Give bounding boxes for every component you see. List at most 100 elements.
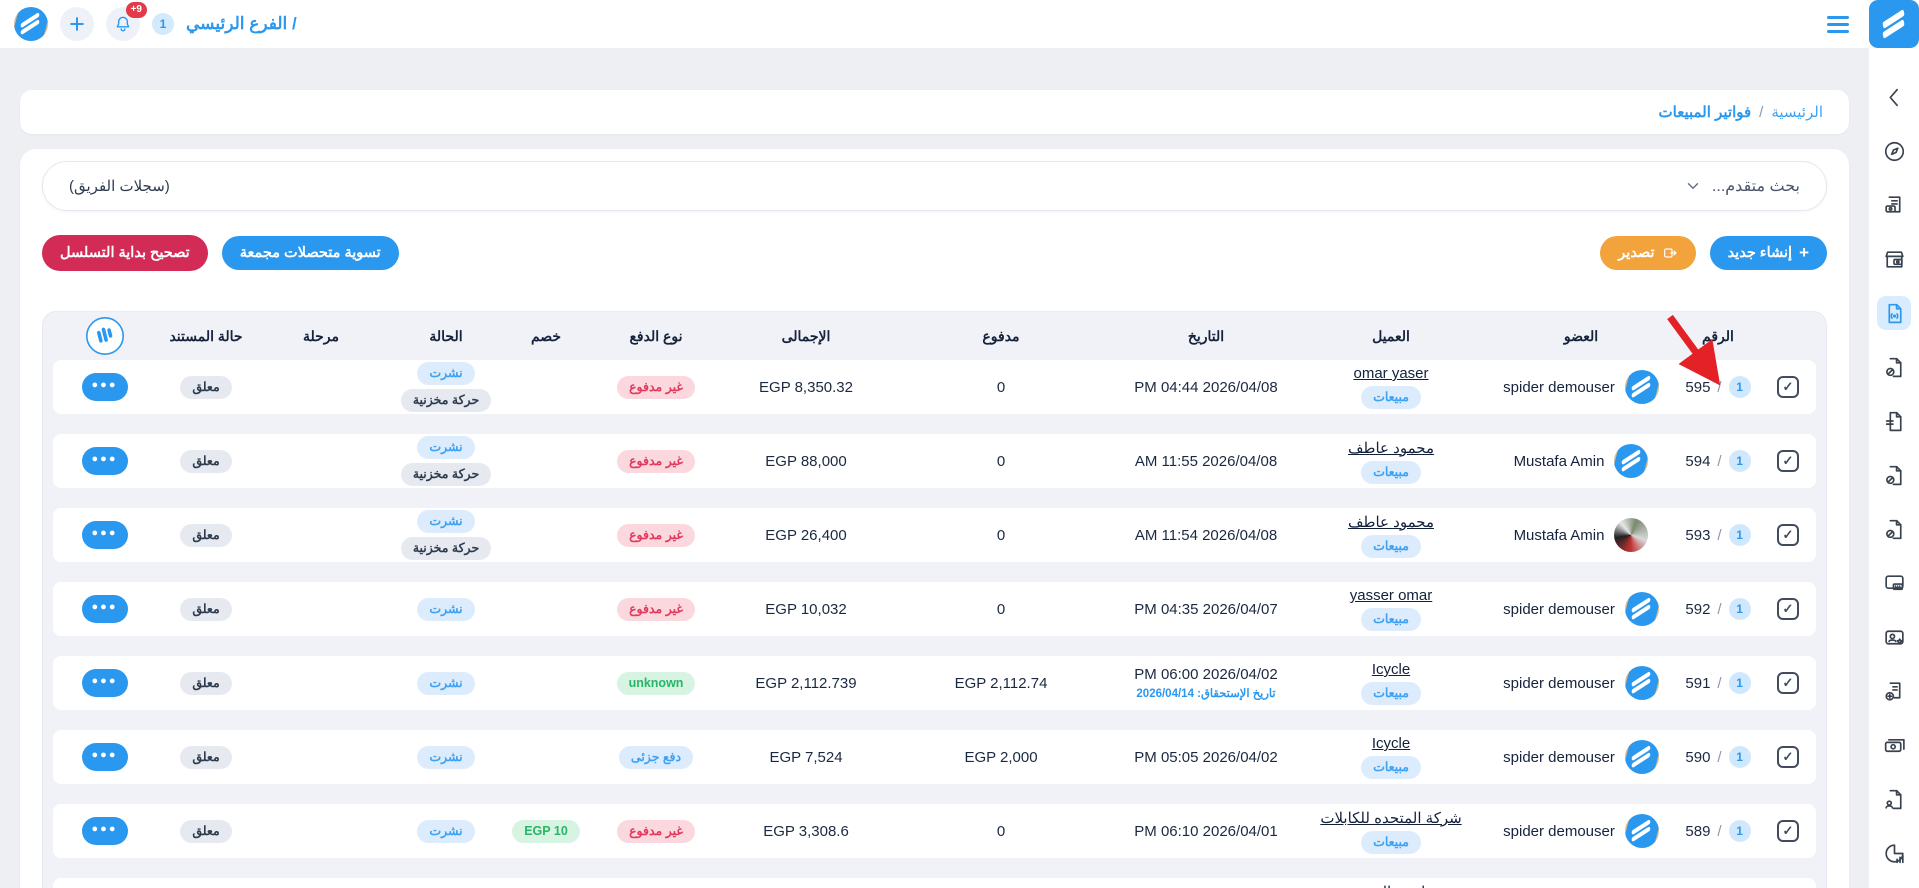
stage-cell bbox=[256, 878, 386, 888]
invoice-number-cell: 592/1 bbox=[1676, 582, 1760, 636]
table-row: ✓ 593/1 Mustafa Amin محمود عاطفمبيعات AM… bbox=[53, 508, 1816, 562]
table-row: ✓ 595/1 spider demouser omar yaserمبيعات… bbox=[53, 360, 1816, 414]
doc-state-badge: معلق bbox=[180, 746, 231, 769]
date-cell: PM 06:00 2026/04/02تاريخ الإستحقاق: 2026… bbox=[1116, 656, 1296, 710]
pay-type-badge: غير مدفوع bbox=[617, 820, 695, 843]
status-badge: حركة مخزنية bbox=[401, 537, 491, 560]
client-link[interactable]: محمود عاطف bbox=[1348, 439, 1434, 457]
settle-collections-button[interactable]: تسوية متحصلات مجمعة bbox=[222, 236, 399, 270]
toolbar-left-group: تسوية متحصلات مجمعة تصحيح بداية التسلسل bbox=[42, 235, 399, 271]
advanced-search-toggle[interactable]: بحث متقدم... bbox=[1684, 176, 1800, 196]
row-actions-button[interactable]: ●●● bbox=[82, 595, 128, 623]
row-actions-button[interactable]: ●●● bbox=[82, 743, 128, 771]
advanced-search[interactable]: بحث متقدم... (سجلات الفريق) bbox=[42, 161, 1827, 211]
invoice-cash-icon[interactable] bbox=[1877, 188, 1911, 222]
sequence-badge: 1 bbox=[1729, 450, 1751, 472]
sequence-badge: 1 bbox=[1729, 524, 1751, 546]
void-invoice-icon[interactable] bbox=[1877, 512, 1911, 546]
branch-count-badge: 1 bbox=[152, 13, 174, 35]
doc-state-badge: معلق bbox=[180, 524, 231, 547]
export-button[interactable]: تصدير bbox=[1600, 236, 1695, 270]
cash-icon[interactable] bbox=[1877, 728, 1911, 762]
client-doc-icon[interactable] bbox=[1877, 782, 1911, 816]
compass-icon[interactable] bbox=[1877, 134, 1911, 168]
fix-sequence-button[interactable]: تصحيح بداية التسلسل bbox=[42, 235, 208, 271]
quick-add-button[interactable] bbox=[60, 7, 94, 41]
row-checkbox[interactable]: ✓ bbox=[1777, 820, 1799, 842]
select-cell: ✓ bbox=[1760, 804, 1816, 858]
row-checkbox[interactable]: ✓ bbox=[1777, 450, 1799, 472]
company-logo[interactable] bbox=[14, 7, 48, 41]
client-link[interactable]: omar yaser bbox=[1353, 365, 1428, 382]
row-checkbox[interactable]: ✓ bbox=[1777, 524, 1799, 546]
member-avatar bbox=[1625, 370, 1659, 404]
breadcrumb-home[interactable]: الرئيسية bbox=[1771, 103, 1823, 121]
client-link[interactable]: yasser omar bbox=[1350, 587, 1433, 604]
client-link[interactable]: شركة المتحده للكابلات bbox=[1320, 809, 1461, 827]
discount-cell bbox=[506, 730, 586, 784]
client-link[interactable]: احمد السيد bbox=[1357, 883, 1426, 888]
table-row: ✓ 590/1 spider demouser Icycleمبيعات PM … bbox=[53, 730, 1816, 784]
status-badge: نشرت bbox=[417, 820, 474, 843]
app-logo[interactable] bbox=[1869, 0, 1919, 48]
date-cell: PM 05:05 2026/04/02 bbox=[1116, 730, 1296, 784]
pay-type-badge: غير مدفوع bbox=[617, 450, 695, 473]
client-link[interactable]: محمود عاطف bbox=[1348, 513, 1434, 531]
member-avatar bbox=[1625, 740, 1659, 774]
header-status: الحالة bbox=[386, 328, 506, 345]
status-badge: نشرت bbox=[417, 510, 474, 533]
void-invoice-icon[interactable] bbox=[1877, 458, 1911, 492]
row-actions-button[interactable]: ●●● bbox=[82, 817, 128, 845]
row-actions-button[interactable]: ●●● bbox=[82, 373, 128, 401]
row-checkbox[interactable]: ✓ bbox=[1777, 598, 1799, 620]
create-new-button[interactable]: + إنشاء جديد bbox=[1710, 236, 1827, 270]
stage-cell bbox=[256, 360, 386, 414]
row-checkbox[interactable]: ✓ bbox=[1777, 376, 1799, 398]
void-invoice-icon[interactable] bbox=[1877, 350, 1911, 384]
page-title: فواتير المبيعات bbox=[1659, 103, 1752, 121]
select-cell: ✓ bbox=[1760, 508, 1816, 562]
date-cell: PM 04:44 2026/04/08 bbox=[1116, 360, 1296, 414]
row-checkbox[interactable]: ✓ bbox=[1777, 672, 1799, 694]
header-number: الرقم bbox=[1676, 328, 1760, 345]
client-type-badge: مبيعات bbox=[1361, 756, 1421, 779]
member-name: spider demouser bbox=[1503, 823, 1615, 840]
discount-cell bbox=[506, 508, 586, 562]
client-cell: omar yaserمبيعات bbox=[1296, 360, 1486, 414]
chevron-left-icon[interactable] bbox=[1877, 80, 1911, 114]
header-columns-picker[interactable] bbox=[53, 316, 156, 356]
member-name: spider demouser bbox=[1503, 675, 1615, 692]
notifications-button[interactable]: +9 bbox=[106, 7, 140, 41]
member-avatar bbox=[1614, 444, 1648, 478]
header-stage: مرحلة bbox=[256, 328, 386, 345]
delivery-doc-icon[interactable] bbox=[1877, 404, 1911, 438]
invoice-add-icon[interactable] bbox=[1877, 674, 1911, 708]
select-cell: ✓ bbox=[1760, 878, 1816, 888]
customer-card-icon[interactable] bbox=[1877, 620, 1911, 654]
stage-cell bbox=[256, 582, 386, 636]
status-cell: نشرتحركة مخزنية bbox=[386, 434, 506, 488]
invoice-number-cell: 590/1 bbox=[1676, 730, 1760, 784]
branch-breadcrumb[interactable]: الفرع الرئيسي / bbox=[186, 14, 297, 34]
row-actions-button[interactable]: ●●● bbox=[82, 447, 128, 475]
sales-invoices-icon[interactable] bbox=[1877, 296, 1911, 330]
row-checkbox[interactable]: ✓ bbox=[1777, 746, 1799, 768]
pos-screen-icon[interactable] bbox=[1877, 566, 1911, 600]
invoices-panel: بحث متقدم... (سجلات الفريق) + إنشاء جديد… bbox=[20, 149, 1849, 888]
row-actions-button[interactable]: ●●● bbox=[82, 669, 128, 697]
client-link[interactable]: Icycle bbox=[1372, 661, 1410, 678]
menu-icon[interactable] bbox=[1827, 16, 1849, 33]
table-row: ✓ 589/1 spider demouser شركة المتحده للك… bbox=[53, 804, 1816, 858]
paid-cell: 0 bbox=[886, 582, 1116, 636]
topbar: +9 1 الفرع الرئيسي / bbox=[0, 0, 1919, 48]
status-badge: نشرت bbox=[417, 746, 474, 769]
doc-state-cell: معلق bbox=[156, 360, 256, 414]
sales-chart-icon[interactable] bbox=[1877, 836, 1911, 870]
row-actions-button[interactable]: ●●● bbox=[82, 521, 128, 549]
select-cell: ✓ bbox=[1760, 730, 1816, 784]
status-cell: نشرت bbox=[386, 582, 506, 636]
table-row: ✓ 594/1 Mustafa Amin محمود عاطفمبيعات AM… bbox=[53, 434, 1816, 488]
client-link[interactable]: Icycle bbox=[1372, 735, 1410, 752]
pos-store-icon[interactable] bbox=[1877, 242, 1911, 276]
stage-cell bbox=[256, 656, 386, 710]
